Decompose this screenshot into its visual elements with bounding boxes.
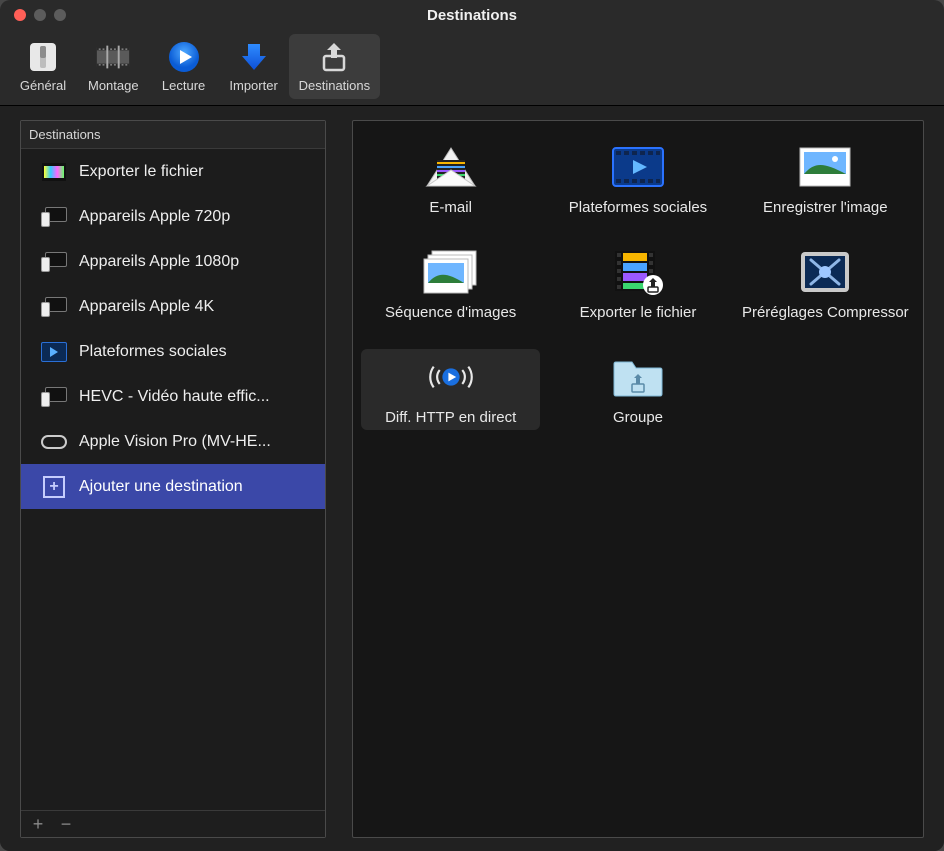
- template-label: Séquence d'images: [385, 304, 516, 321]
- sidebar-item-social[interactable]: Plateformes sociales: [21, 329, 325, 374]
- sidebar-item-apple-1080p[interactable]: Appareils Apple 1080p: [21, 239, 325, 284]
- preferences-window: Destinations Général: [0, 0, 944, 851]
- destination-templates-panel: E-mail Plateformes sociales: [352, 120, 924, 838]
- filmstrip-icon: [94, 38, 132, 76]
- template-label: Plateformes sociales: [569, 199, 707, 216]
- image-frame-icon: [793, 143, 857, 191]
- minimize-button[interactable]: [34, 9, 46, 21]
- devices-icon: [41, 251, 67, 273]
- sidebar-list: Exporter le fichier Appareils Apple 720p…: [21, 149, 325, 810]
- devices-icon: [41, 386, 67, 408]
- template-label: Exporter le fichier: [580, 304, 697, 321]
- play-circle-icon: [165, 38, 203, 76]
- add-destination-button[interactable]: +: [29, 815, 47, 833]
- template-compressor[interactable]: Préréglages Compressor: [736, 244, 915, 325]
- template-image-sequence[interactable]: Séquence d'images: [361, 244, 540, 325]
- image-stack-icon: [419, 248, 483, 296]
- sidebar-item-label: Appareils Apple 1080p: [79, 253, 239, 271]
- toolbar: Général Montage: [0, 30, 944, 105]
- plus-box-icon: +: [41, 476, 67, 498]
- sidebar-item-label: Apple Vision Pro (MV-HE...: [79, 433, 271, 451]
- template-http-live[interactable]: Diff. HTTP en direct: [361, 349, 540, 430]
- sidebar-item-export-file[interactable]: Exporter le fichier: [21, 149, 325, 194]
- devices-icon: [41, 296, 67, 318]
- remove-destination-button[interactable]: −: [57, 815, 75, 833]
- share-icon: [315, 38, 353, 76]
- slider-icon: [24, 38, 62, 76]
- sidebar-item-vision-pro[interactable]: Apple Vision Pro (MV-HE...: [21, 419, 325, 464]
- tab-label: Importer: [229, 78, 277, 93]
- tab-label: Destinations: [299, 78, 371, 93]
- template-label: Préréglages Compressor: [742, 304, 909, 321]
- tab-label: Montage: [88, 78, 139, 93]
- social-video-icon: [606, 143, 670, 191]
- titlebar: Destinations: [0, 0, 944, 30]
- sidebar-item-hevc[interactable]: HEVC - Vidéo haute effic...: [21, 374, 325, 419]
- sidebar-item-label: Appareils Apple 4K: [79, 298, 214, 316]
- devices-icon: [41, 206, 67, 228]
- templates-grid: E-mail Plateformes sociales: [361, 139, 915, 430]
- broadcast-icon: [419, 353, 483, 401]
- sidebar-item-label: Exporter le fichier: [79, 163, 204, 181]
- sidebar-item-add-destination[interactable]: + Ajouter une destination: [21, 464, 325, 509]
- tab-label: Lecture: [162, 78, 205, 93]
- template-email[interactable]: E-mail: [361, 139, 540, 220]
- template-save-image[interactable]: Enregistrer l'image: [736, 139, 915, 220]
- sidebar-item-apple-720p[interactable]: Appareils Apple 720p: [21, 194, 325, 239]
- template-label: Enregistrer l'image: [763, 199, 888, 216]
- sidebar-item-apple-4k[interactable]: Appareils Apple 4K: [21, 284, 325, 329]
- tab-destinations[interactable]: Destinations: [289, 34, 381, 99]
- template-label: Groupe: [613, 409, 663, 426]
- close-button[interactable]: [14, 9, 26, 21]
- sidebar-footer: + −: [21, 810, 325, 837]
- sidebar-header: Destinations: [21, 121, 325, 149]
- folder-share-icon: [606, 353, 670, 401]
- maximize-button[interactable]: [54, 9, 66, 21]
- tab-editing[interactable]: Montage: [78, 34, 149, 99]
- social-clip-icon: [41, 341, 67, 363]
- template-export-file[interactable]: Exporter le fichier: [548, 244, 727, 325]
- template-group[interactable]: Groupe: [548, 349, 727, 430]
- content-area: Destinations Exporter le fichier Apparei…: [0, 105, 944, 851]
- film-share-icon: [606, 248, 670, 296]
- sidebar-item-label: HEVC - Vidéo haute effic...: [79, 388, 270, 406]
- template-social[interactable]: Plateformes sociales: [548, 139, 727, 220]
- sidebar-item-label: Ajouter une destination: [79, 478, 243, 496]
- sidebar-item-label: Plateformes sociales: [79, 343, 227, 361]
- window-title: Destinations: [0, 7, 944, 24]
- download-arrow-icon: [235, 38, 273, 76]
- sidebar-item-label: Appareils Apple 720p: [79, 208, 230, 226]
- tab-playback[interactable]: Lecture: [149, 34, 219, 99]
- template-label: Diff. HTTP en direct: [385, 409, 516, 426]
- tab-general[interactable]: Général: [8, 34, 78, 99]
- traffic-lights: [0, 9, 66, 21]
- compressor-icon: [793, 248, 857, 296]
- film-icon: [41, 161, 67, 183]
- tab-label: Général: [20, 78, 66, 93]
- tab-import[interactable]: Importer: [219, 34, 289, 99]
- destinations-sidebar: Destinations Exporter le fichier Apparei…: [20, 120, 326, 838]
- vision-pro-icon: [41, 431, 67, 453]
- email-envelope-icon: [419, 143, 483, 191]
- template-label: E-mail: [429, 199, 472, 216]
